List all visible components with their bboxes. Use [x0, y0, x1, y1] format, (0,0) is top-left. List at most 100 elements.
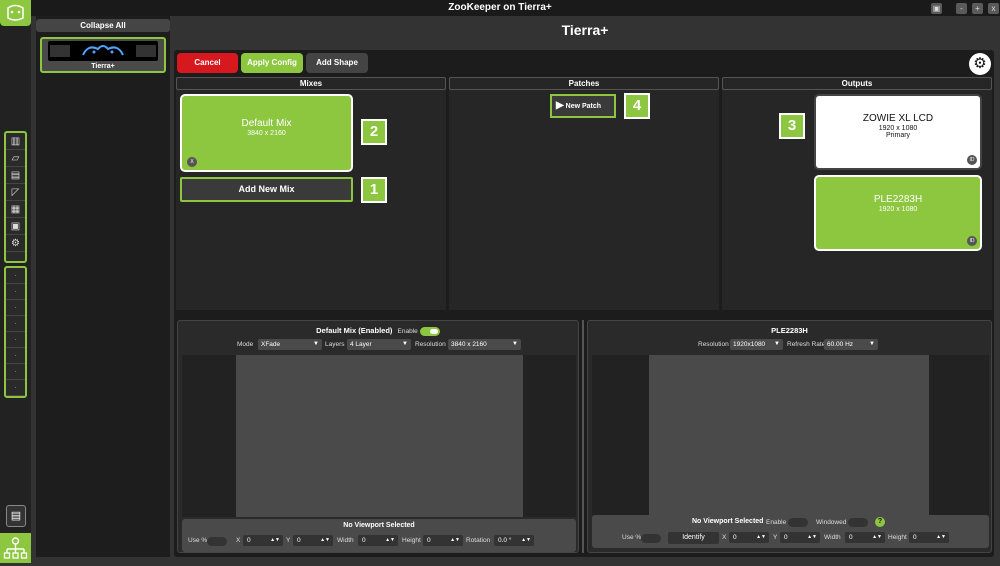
settings-cog-icon[interactable]: ⚙: [6, 235, 25, 252]
new-patch-label: New Patch: [565, 103, 602, 110]
mix-close-badge[interactable]: X: [187, 157, 197, 167]
spinner-icon: ▲▼: [872, 534, 882, 540]
output-y-input[interactable]: 0 ▲▼: [780, 532, 820, 543]
device-label: Tierra+: [91, 63, 115, 70]
output-use-percent-label: Use %: [622, 534, 642, 541]
rotation-input[interactable]: 0.0 ° ▲▼: [494, 535, 534, 546]
page-title: Tierra+: [561, 22, 609, 38]
empty-slot[interactable]: ·: [6, 348, 25, 364]
clipboard-icon[interactable]: ▤: [6, 505, 26, 527]
output-x-input[interactable]: 0 ▲▼: [729, 532, 769, 543]
width-value: 0: [362, 537, 366, 544]
help-icon[interactable]: ?: [875, 517, 885, 527]
callout-1: 1: [361, 177, 387, 203]
output-settings-panel: PLE2283H Resolution 1920x1080 ▼ Refresh R…: [587, 320, 992, 553]
network-icon[interactable]: [0, 533, 31, 563]
y-label: Y: [286, 537, 291, 544]
chevron-down-icon: ▼: [313, 341, 319, 347]
minimize-button[interactable]: -: [956, 3, 967, 14]
rotation-label: Rotation: [466, 537, 491, 544]
identify-badge[interactable]: ID: [967, 155, 977, 165]
mix-panel-title: Default Mix (Enabled) Enable: [178, 326, 578, 336]
output-width-input[interactable]: 0 ▲▼: [845, 532, 885, 543]
close-button[interactable]: x: [988, 3, 999, 14]
new-patch-button[interactable]: ▶ New Patch: [550, 94, 616, 118]
mix-canvas[interactable]: [236, 355, 523, 517]
empty-slot[interactable]: ·: [6, 316, 25, 332]
enable-toggle[interactable]: [419, 326, 440, 336]
callout-4: 4: [624, 93, 650, 119]
y-value: 0: [297, 537, 301, 544]
mode-value: XFade: [261, 341, 281, 348]
refresh-rate-value: 60.00 Hz: [827, 341, 854, 348]
add-shape-button[interactable]: Add Shape: [306, 53, 368, 73]
chevron-down-icon: ▼: [869, 341, 875, 347]
grid-icon[interactable]: ▦: [6, 201, 25, 218]
viewport-title: No Viewport Selected: [343, 522, 415, 529]
windowed-toggle[interactable]: [848, 518, 868, 527]
width-input[interactable]: 0 ▲▼: [358, 535, 398, 546]
mixes-icon[interactable]: ▥: [6, 133, 25, 150]
layers-value: 4 Layer: [350, 341, 372, 348]
output-card-zowie[interactable]: ZOWIE XL LCD 1920 x 1080 Primary ID: [814, 94, 982, 170]
screen-button[interactable]: ▣: [931, 3, 942, 14]
refresh-rate-select[interactable]: 60.00 Hz ▼: [824, 339, 878, 350]
output-card-ple2283h[interactable]: PLE2283H 1920 x 1080 ID: [814, 175, 982, 251]
empty-slot[interactable]: ·: [6, 268, 25, 284]
cancel-changes-button[interactable]: Cancel Changes: [177, 53, 238, 87]
viewport-bar: No Viewport Selected Use % X 0 ▲▼ Y 0 ▲▼ W…: [182, 519, 576, 552]
spinner-icon: ▲▼: [450, 537, 460, 543]
add-new-mix-button[interactable]: Add New Mix: [180, 177, 353, 202]
resolution-value: 3840 x 2160: [451, 341, 487, 348]
identify-badge[interactable]: ID: [967, 236, 977, 246]
resolution-label: Resolution: [415, 341, 446, 348]
height-input[interactable]: 0 ▲▼: [423, 535, 463, 546]
empty-slot[interactable]: ·: [6, 300, 25, 316]
output-enable-label: Enable: [766, 519, 787, 526]
empty-slot[interactable]: ·: [6, 284, 25, 300]
y-input[interactable]: 0 ▲▼: [293, 535, 333, 546]
output-resolution-value: 1920x1080: [733, 341, 766, 348]
apply-config-button[interactable]: Apply Config: [241, 53, 303, 73]
output-canvas[interactable]: [649, 355, 929, 515]
use-percent-toggle[interactable]: [207, 537, 227, 546]
empty-slot[interactable]: ·: [6, 364, 25, 380]
output-height-label: Height: [888, 534, 907, 541]
panel-divider[interactable]: [582, 320, 584, 553]
spinner-icon: ▲▼: [756, 534, 766, 540]
maximize-button[interactable]: +: [972, 3, 983, 14]
media-icon[interactable]: ▤: [6, 167, 25, 184]
spinner-icon: ▲▼: [270, 537, 280, 543]
gear-icon[interactable]: ⚙: [969, 53, 991, 75]
output-use-percent-toggle[interactable]: [641, 534, 661, 543]
default-mix-card[interactable]: Default Mix 3840 x 2160 X: [180, 94, 353, 172]
mixes-header: Mixes: [176, 77, 446, 90]
resolution-select[interactable]: 3840 x 2160 ▼: [448, 339, 521, 350]
layers-select[interactable]: 4 Layer ▼: [347, 339, 411, 350]
device-thumbnail: [48, 41, 158, 61]
device-icon[interactable]: ▣: [6, 218, 25, 235]
x-input[interactable]: 0 ▲▼: [243, 535, 283, 546]
callout-2: 2: [361, 119, 387, 145]
output-x-value: 0: [733, 534, 737, 541]
identify-button[interactable]: Identify: [668, 532, 719, 544]
triangle-icon[interactable]: ◸: [6, 184, 25, 201]
empty-slot[interactable]: ·: [6, 380, 25, 396]
output-height-input[interactable]: 0 ▲▼: [909, 532, 949, 543]
mix-panel-title-text: Default Mix (Enabled): [316, 326, 393, 335]
mode-select[interactable]: XFade ▼: [258, 339, 322, 350]
output-resolution: 1920 x 1080: [878, 125, 918, 132]
x-label: X: [236, 537, 241, 544]
device-card[interactable]: Tierra+: [40, 37, 166, 73]
output-enable-toggle[interactable]: [788, 518, 808, 527]
shape-icon[interactable]: ▱: [6, 150, 25, 167]
enable-label: Enable: [397, 328, 418, 335]
outputs-header: Outputs: [722, 77, 992, 90]
empty-slot[interactable]: ·: [6, 332, 25, 348]
output-resolution-select[interactable]: 1920x1080 ▼: [730, 339, 783, 350]
chevron-down-icon: ▼: [402, 341, 408, 347]
collapse-all-button[interactable]: Collapse All: [36, 19, 170, 32]
mix-settings-panel: Default Mix (Enabled) Enable Mode XFade ▼…: [177, 320, 579, 553]
spinner-icon: ▲▼: [521, 537, 531, 543]
spinner-icon: ▲▼: [807, 534, 817, 540]
